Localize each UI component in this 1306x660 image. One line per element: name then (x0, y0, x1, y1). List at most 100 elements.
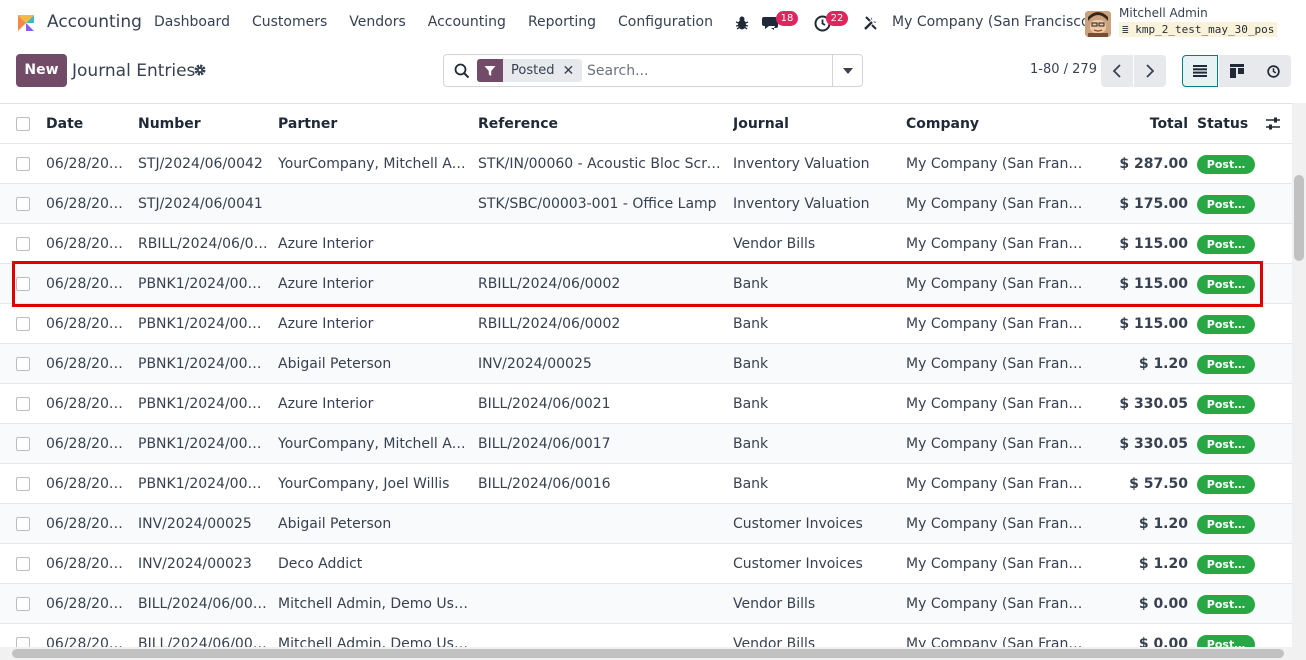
menu-customers[interactable]: Customers (252, 14, 327, 30)
partner-cell: Abigail Peterson (278, 356, 392, 372)
column-reference[interactable]: Reference (478, 104, 723, 144)
column-status[interactable]: Status (1197, 104, 1262, 144)
company-cell: My Company (San Francis… (906, 636, 1086, 649)
row-checkbox[interactable] (16, 277, 30, 291)
row-checkbox[interactable] (16, 357, 30, 371)
row-checkbox[interactable] (16, 397, 30, 411)
table-row[interactable]: 06/28/2024 PBNK1/2024/00067 YourCompany, J… (0, 464, 1292, 504)
pager-previous-button[interactable] (1101, 55, 1133, 87)
company-cell: My Company (San Francis… (906, 396, 1086, 412)
number-cell: PBNK1/2024/00072 (138, 276, 268, 292)
table-row[interactable]: 06/28/2024 INV/2024/00025 Abigail Peterson… (0, 504, 1292, 544)
kanban-view-button[interactable] (1219, 55, 1255, 87)
pager-next-button[interactable] (1134, 55, 1166, 87)
caret-down-icon (842, 67, 853, 74)
table-row[interactable]: 06/28/2024 BILL/2024/06/0023 Mitchell Admi… (0, 584, 1292, 624)
table-row[interactable]: 06/28/2024 INV/2024/00023 Deco Addict Custo… (0, 544, 1292, 584)
partner-cell: Azure Interior (278, 236, 374, 252)
table-row[interactable]: 06/28/2024 STJ/2024/06/0042 YourCompany, M… (0, 144, 1292, 184)
user-name[interactable]: Mitchell Admin (1119, 6, 1208, 20)
gear-icon[interactable] (193, 63, 207, 77)
select-all-checkbox[interactable] (16, 117, 30, 131)
journal-cell: Vendor Bills (733, 236, 816, 252)
remove-facet-icon[interactable]: ✕ (562, 63, 582, 79)
horizontal-scrollbar[interactable] (0, 647, 1306, 660)
company-cell: My Company (San Francis… (906, 596, 1086, 612)
activities-menu[interactable]: 22 (814, 11, 854, 37)
row-checkbox[interactable] (16, 237, 30, 251)
reference-cell: INV/2024/00025 (478, 356, 592, 372)
reference-cell: STK/IN/00060 - Acoustic Bloc Screens (478, 156, 723, 172)
table-row[interactable]: 06/28/2024 PBNK1/2024/00069 Azure Interior… (0, 384, 1292, 424)
number-cell: PBNK1/2024/00067 (138, 476, 268, 492)
table-row[interactable]: 06/28/2024 BILL/2024/06/0022 Mitchell Admi… (0, 624, 1292, 649)
date-cell: 06/28/2024 (46, 476, 126, 492)
pager-value[interactable]: 1-80 / 279 (1030, 62, 1097, 77)
vertical-scrollbar-thumb[interactable] (1294, 175, 1304, 261)
row-checkbox[interactable] (16, 517, 30, 531)
journal-cell: Bank (733, 476, 769, 492)
status-badge: Post… (1197, 235, 1255, 254)
list-view-button[interactable] (1182, 55, 1218, 87)
menu-configuration[interactable]: Configuration (618, 14, 713, 30)
table-row[interactable]: 06/28/2024 PBNK1/2024/00072 Azure Interior… (0, 264, 1292, 304)
journal-cell: Vendor Bills (733, 596, 816, 612)
menu-dashboard[interactable]: Dashboard (154, 14, 230, 30)
column-total[interactable]: Total (1090, 104, 1188, 144)
journal-cell: Inventory Valuation (733, 156, 870, 172)
row-checkbox[interactable] (16, 477, 30, 491)
reference-cell (478, 624, 723, 649)
partner-cell: Deco Addict (278, 556, 363, 572)
row-checkbox[interactable] (16, 437, 30, 451)
row-checkbox[interactable] (16, 157, 30, 171)
clock-icon (1266, 64, 1280, 78)
status-badge: Post… (1197, 155, 1255, 174)
app-name[interactable]: Accounting (47, 12, 142, 32)
status-badge: Post… (1197, 435, 1255, 454)
column-partner[interactable]: Partner (278, 104, 468, 144)
journal-cell: Bank (733, 316, 769, 332)
table-row[interactable]: 06/28/2024 RBILL/2024/06/00… Azure Interio… (0, 224, 1292, 264)
column-company[interactable]: Company (906, 104, 1086, 144)
partner-cell: Azure Interior (278, 396, 374, 412)
column-number[interactable]: Number (138, 104, 268, 144)
number-cell: PBNK1/2024/00071 (138, 316, 268, 332)
menu-reporting[interactable]: Reporting (528, 14, 596, 30)
row-checkbox[interactable] (16, 597, 30, 611)
total-cell: $ 175.00 (1119, 196, 1188, 212)
table-row[interactable]: 06/28/2024 PBNK1/2024/00070 Abigail Peters… (0, 344, 1292, 384)
column-journal[interactable]: Journal (733, 104, 898, 144)
table-row[interactable]: 06/28/2024 PBNK1/2024/00068 YourCompany, M… (0, 424, 1292, 464)
reference-cell (478, 584, 723, 624)
horizontal-scrollbar-thumb[interactable] (12, 649, 1284, 658)
activity-view-button[interactable] (1255, 55, 1291, 87)
accounting-app-icon[interactable] (16, 13, 36, 33)
search-icon[interactable] (454, 63, 470, 79)
row-checkbox[interactable] (16, 197, 30, 211)
status-badge: Post… (1197, 395, 1255, 414)
search-input[interactable] (587, 61, 827, 81)
list-header: Date Number Partner Reference Journal Co… (0, 104, 1292, 144)
row-checkbox[interactable] (16, 317, 30, 331)
user-avatar[interactable] (1085, 11, 1111, 37)
journal-entries-list: Date Number Partner Reference Journal Co… (0, 103, 1292, 649)
settings-tools-icon[interactable] (863, 15, 879, 31)
vertical-scrollbar[interactable] (1292, 103, 1306, 649)
table-row[interactable]: 06/28/2024 STJ/2024/06/0041 STK/SBC/00003-… (0, 184, 1292, 224)
company-switcher[interactable]: My Company (San Francisco) (892, 14, 1095, 30)
messages-menu[interactable]: 18 (762, 11, 802, 37)
new-button[interactable]: New (16, 54, 67, 87)
journal-cell: Bank (733, 276, 769, 292)
column-date[interactable]: Date (46, 104, 126, 144)
page-title: Journal Entries (72, 61, 196, 81)
menu-accounting[interactable]: Accounting (428, 14, 506, 30)
search-options-toggle[interactable] (832, 55, 862, 86)
list-icon (1193, 65, 1207, 77)
table-row[interactable]: 06/28/2024 PBNK1/2024/00071 Azure Interior… (0, 304, 1292, 344)
menu-vendors[interactable]: Vendors (349, 14, 405, 30)
debug-bug-icon[interactable] (734, 15, 750, 31)
row-checkbox[interactable] (16, 557, 30, 571)
optional-columns-icon[interactable] (1265, 116, 1281, 132)
total-cell: $ 0.00 (1138, 636, 1188, 649)
company-cell: My Company (San Francis… (906, 236, 1086, 252)
